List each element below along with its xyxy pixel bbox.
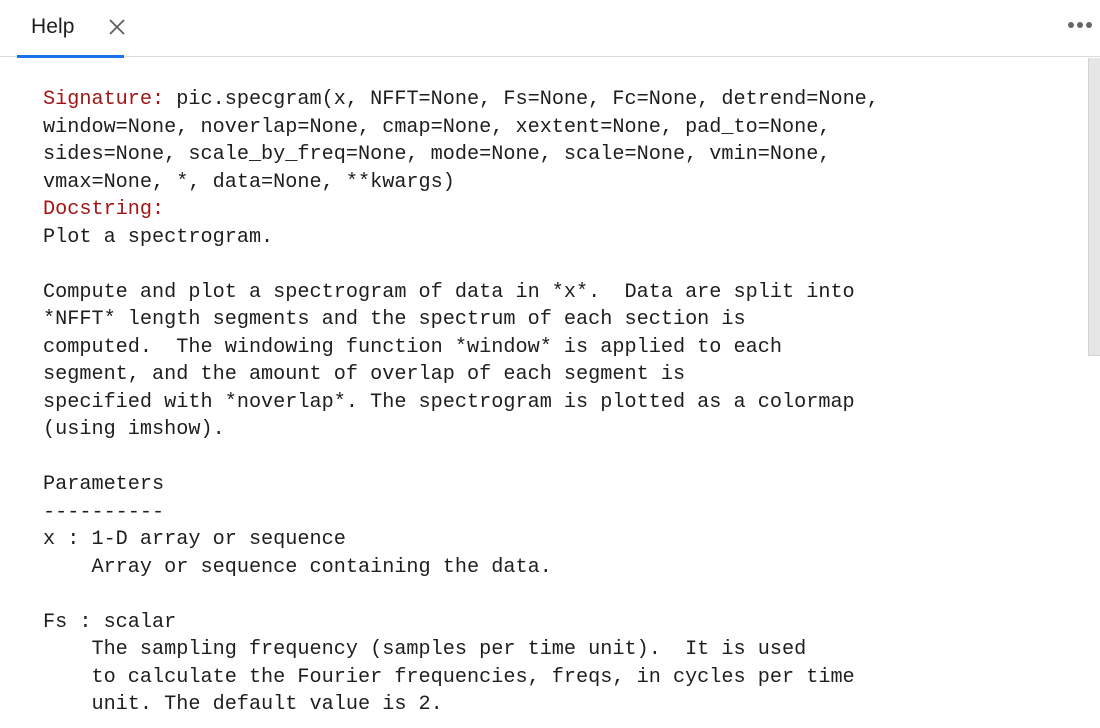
tab-help[interactable]: Help <box>17 0 127 58</box>
tab-help-label: Help <box>31 15 75 38</box>
param-fs-desc: The sampling frequency (samples per time… <box>43 638 807 661</box>
docstring-line: (using imshow). <box>43 418 225 441</box>
docstring-label: Docstring: <box>43 198 165 221</box>
close-icon[interactable] <box>107 17 127 37</box>
help-content: Signature: pic.specgram(x, NFFT=None, Fs… <box>0 58 1086 728</box>
scrollbar-thumb[interactable] <box>1088 58 1100 356</box>
signature-label: Signature: <box>43 88 165 111</box>
signature-line: vmax=None, *, data=None, **kwargs) <box>43 170 455 194</box>
signature-line: sides=None, scale_by_freq=None, mode=Non… <box>43 143 831 166</box>
signature-line: pic.specgram(x, NFFT=None, Fs=None, Fc=N… <box>164 88 879 111</box>
param-x-line: x : 1-D array or sequence <box>43 528 346 551</box>
vertical-scrollbar[interactable] <box>1088 58 1100 728</box>
docstring-line: *NFFT* length segments and the spectrum … <box>43 308 746 331</box>
docstring-line: computed. The windowing function *window… <box>43 335 782 359</box>
signature-line: window=None, noverlap=None, cmap=None, x… <box>43 115 831 139</box>
more-options-button[interactable] <box>1066 18 1094 34</box>
more-horizontal-icon-dot <box>1086 22 1092 28</box>
docstring-line: segment, and the amount of overlap of ea… <box>43 363 686 386</box>
more-horizontal-icon-dot <box>1077 22 1083 28</box>
docstring-line: Compute and plot a spectrogram of data i… <box>43 280 855 304</box>
parameters-underline: ---------- <box>43 500 165 524</box>
help-panel: Help Signature: pic.specgram(x, NFFT=Non… <box>0 0 1100 728</box>
param-fs-desc: to calculate the Fourier frequencies, fr… <box>43 665 855 689</box>
param-x-desc: Array or sequence containing the data. <box>43 555 552 579</box>
docstring-line: Plot a spectrogram. <box>43 225 274 249</box>
tab-bar: Help <box>0 0 1100 58</box>
help-text: Signature: pic.specgram(x, NFFT=None, Fs… <box>43 86 879 719</box>
param-fs-desc: unit. The default value is 2. <box>43 693 443 716</box>
more-horizontal-icon-dot <box>1068 22 1074 28</box>
param-fs-line: Fs : scalar <box>43 610 177 634</box>
docstring-line: specified with *noverlap*. The spectrogr… <box>43 390 855 414</box>
parameters-heading: Parameters <box>43 473 165 496</box>
